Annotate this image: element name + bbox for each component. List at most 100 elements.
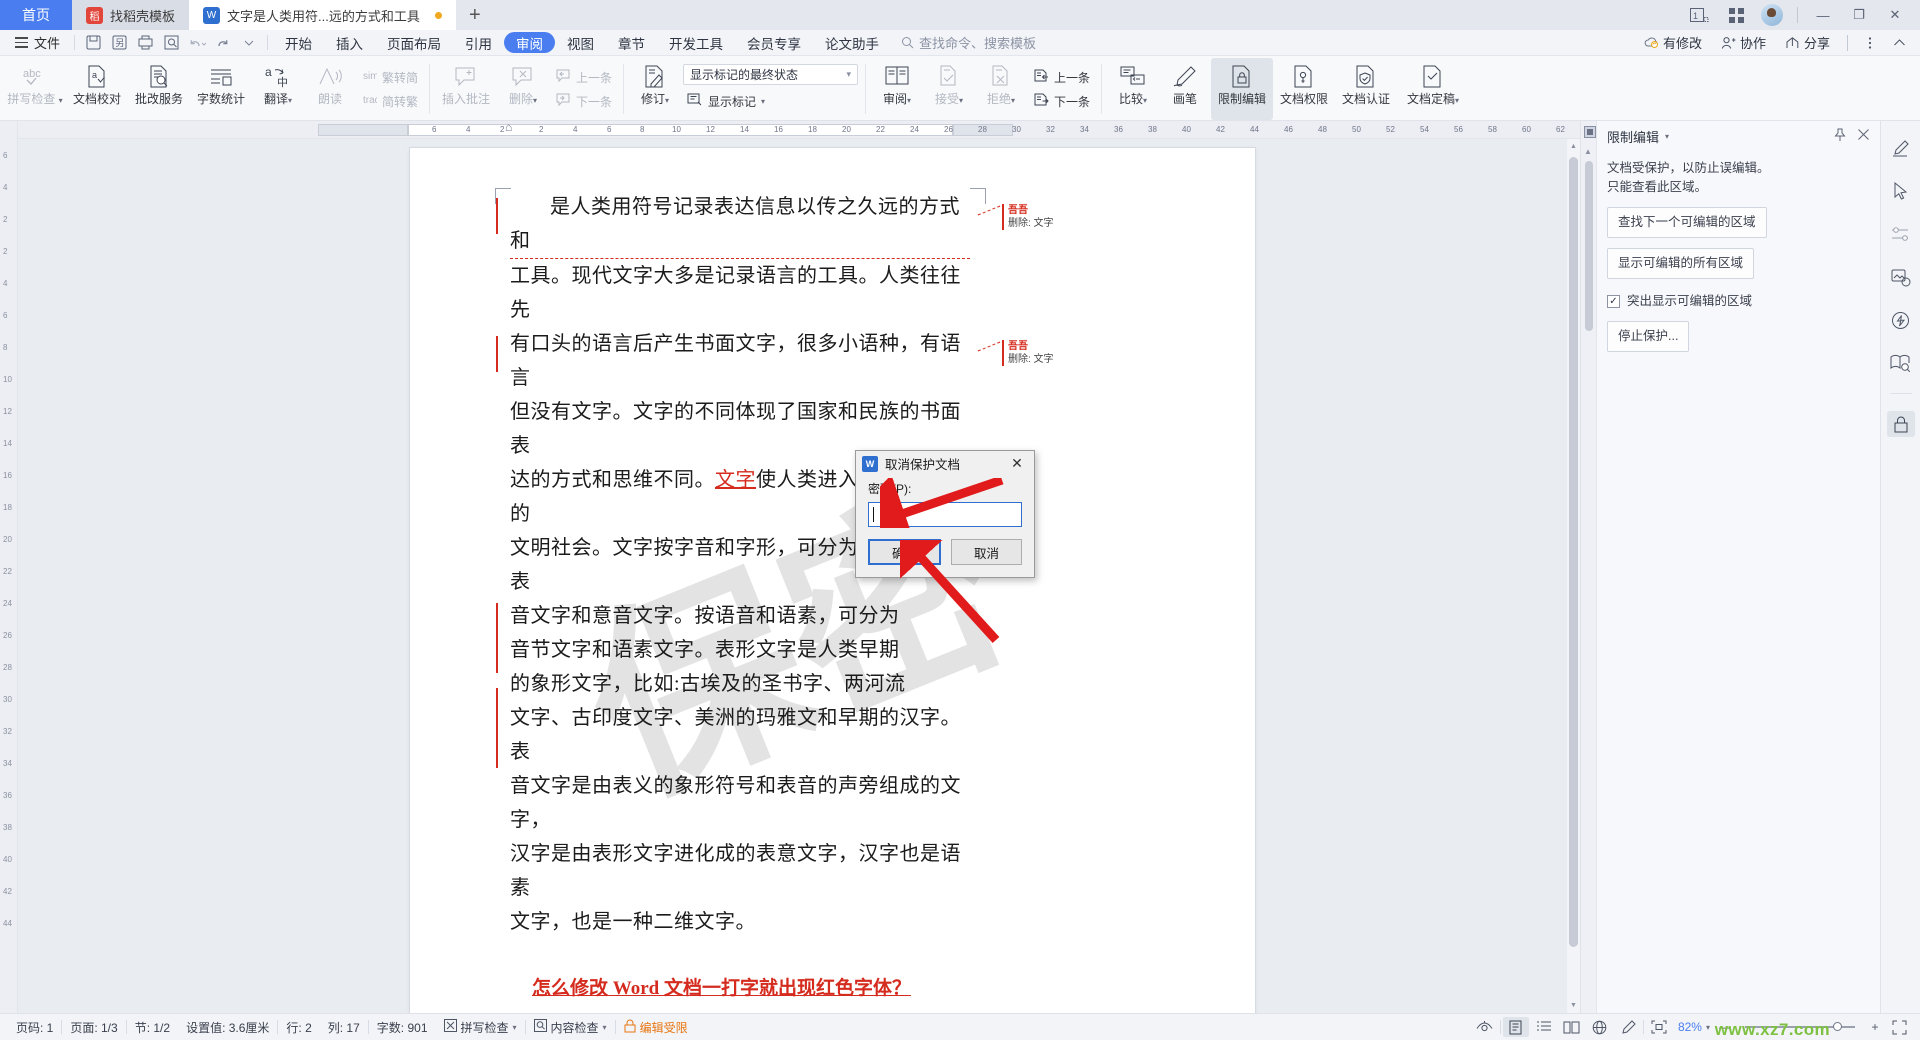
chevron-up-icon[interactable] [1886, 32, 1912, 54]
restore-button[interactable]: ❐ [1842, 1, 1876, 29]
ribbon-button-finalize-doc[interactable]: 文档定稿▾ [1397, 58, 1469, 120]
status-column[interactable]: 列: 17 [320, 1019, 368, 1036]
ribbon-tab-review[interactable]: 审阅 [504, 32, 556, 53]
lock-restrict-icon[interactable] [1886, 411, 1915, 437]
ribbon-button-show-markup[interactable]: 显示标记 ▾ [683, 90, 858, 112]
collaborate-button[interactable]: 协作 [1713, 33, 1774, 52]
revision-balloon-2[interactable]: 吾吾 删除: 文字 [1002, 340, 1128, 366]
ribbon-tab-references[interactable]: 引用 [453, 32, 504, 53]
tab-docer-templates[interactable]: 稻 找稻壳模板 [72, 0, 190, 30]
ribbon-tab-insert[interactable]: 插入 [324, 32, 375, 53]
ribbon-button-prev-comment[interactable]: 上一条 [551, 66, 616, 88]
file-menu-button[interactable]: 文件 [6, 32, 69, 54]
highlight-editable-regions-checkbox[interactable]: ✓ 突出显示可编辑的区域 [1607, 292, 1866, 311]
reading-view-icon[interactable] [1559, 1017, 1585, 1037]
find-next-editable-region-button[interactable]: 查找下一个可编辑的区域 [1607, 207, 1767, 238]
panel-scroll-column[interactable]: ▲ [1581, 121, 1597, 1013]
ribbon-button-prev-revision[interactable]: 上一条 [1029, 66, 1094, 88]
markup-display-select[interactable]: 显示标记的最终状态 ▾ [683, 64, 859, 85]
web-view-icon[interactable] [1587, 1017, 1613, 1037]
ribbon-tab-view[interactable]: 视图 [555, 32, 606, 53]
dialog-titlebar[interactable]: W 取消保护文档 ✕ [856, 451, 1034, 476]
ribbon-tab-page-layout[interactable]: 页面布局 [375, 32, 453, 53]
panel-title-caret-icon[interactable]: ▾ [1665, 132, 1669, 141]
new-tab-button[interactable]: + [455, 0, 494, 30]
document-page[interactable]: 保密 是人类用符号记录表达信息以传之久远的方式和 工具。现代文字大多是记录语言的… [410, 148, 1255, 1013]
ribbon-button-compare[interactable]: 比较▾ [1107, 58, 1159, 120]
fullscreen-icon[interactable] [1886, 1017, 1912, 1037]
ai-lightning-icon[interactable] [1887, 307, 1915, 333]
ribbon-button-spellcheck[interactable]: abc 拼写检查 ▾ [4, 58, 66, 120]
status-content-check[interactable]: 内容检查 ▾ [526, 1019, 615, 1036]
document-body[interactable]: 是人类用符号记录表达信息以传之久远的方式和 工具。现代文字大多是记录语言的工具。… [510, 190, 970, 1013]
zoom-slider[interactable] [1745, 1022, 1855, 1032]
ribbon-button-restrict-editing[interactable]: 限制编辑 [1211, 58, 1274, 120]
status-word-count[interactable]: 字数: 901 [369, 1019, 436, 1036]
indent-marker-icon[interactable]: ⌂ [505, 121, 512, 134]
outline-view-icon[interactable] [1531, 1017, 1557, 1037]
command-search[interactable]: 查找命令、搜索模板 [901, 33, 1036, 52]
ribbon-tab-member[interactable]: 会员专享 [735, 32, 813, 53]
dialog-ok-button[interactable]: 确定 [868, 539, 941, 565]
tab-active-document[interactable]: W 文字是人类用符...远的方式和工具 [189, 0, 456, 30]
tab-home[interactable]: 首页 [0, 0, 72, 30]
share-button[interactable]: 分享 [1777, 33, 1838, 52]
horizontal-ruler[interactable]: 6 4 2 2 4 6 8 10 12 14 16 18 20 22 24 26… [18, 121, 1580, 139]
save-as-icon[interactable]: 另 [106, 32, 132, 54]
zoom-level[interactable]: 82% ▾ [1674, 1020, 1714, 1034]
ribbon-button-new-comment[interactable]: 插入批注 [435, 58, 497, 120]
scroll-down-arrow[interactable]: ▼ [1567, 998, 1580, 1013]
more-vertical-icon[interactable] [1857, 32, 1883, 54]
ribbon-button-read-aloud[interactable]: 朗读 [304, 58, 356, 120]
ribbon-button-word-count[interactable]: 字数统计 [190, 58, 252, 120]
page-view-icon[interactable] [1502, 1017, 1529, 1037]
status-setting-value[interactable]: 设置值: 3.6厘米 [178, 1019, 277, 1036]
zoom-out-button[interactable]: — [1716, 1017, 1734, 1037]
dialog-cancel-button[interactable]: 取消 [951, 539, 1022, 565]
print-icon[interactable] [132, 32, 158, 54]
ribbon-button-trad-to-simp[interactable]: simp 繁转简 [358, 66, 422, 88]
pin-icon[interactable] [1833, 128, 1847, 145]
ribbon-button-doc-permission[interactable]: 文档权限 [1273, 58, 1335, 120]
document-canvas[interactable]: 6 4 2 2 4 6 8 10 12 14 16 18 20 22 24 26… [18, 121, 1580, 1013]
close-button[interactable]: ✕ [1878, 1, 1912, 29]
document-vertical-scrollbar[interactable]: ▲ ▼ [1567, 139, 1580, 1013]
status-row[interactable]: 行: 2 [278, 1019, 319, 1036]
vertical-ruler[interactable]: 6 4 2 2 4 6 8 10 12 14 16 18 20 22 24 26… [0, 121, 18, 1013]
ribbon-tab-section[interactable]: 章节 [606, 32, 657, 53]
sliders-settings-icon[interactable] [1887, 221, 1915, 247]
print-preview-icon[interactable] [158, 32, 184, 54]
undo-icon[interactable] [184, 32, 210, 54]
ribbon-button-next-revision[interactable]: 下一条 [1029, 90, 1094, 112]
ribbon-tab-thesis-helper[interactable]: 论文助手 [813, 32, 891, 53]
cursor-select-icon[interactable] [1887, 178, 1915, 204]
stop-protection-button[interactable]: 停止保护... [1607, 321, 1690, 352]
grid-view-icon[interactable] [1719, 1, 1753, 29]
book-search-icon[interactable] [1887, 350, 1915, 376]
save-icon[interactable] [80, 32, 106, 54]
user-avatar[interactable] [1761, 4, 1783, 26]
password-input[interactable] [868, 502, 1022, 527]
ribbon-button-correction-service[interactable]: 批改服务 [128, 58, 190, 120]
status-spellcheck[interactable]: 拼写检查 ▾ [436, 1019, 525, 1036]
dialog-close-button[interactable]: ✕ [1006, 454, 1028, 474]
redo-icon[interactable] [210, 32, 236, 54]
ribbon-button-next-comment[interactable]: 下一条 [551, 90, 616, 112]
ribbon-button-doc-certify[interactable]: 文档认证 [1335, 58, 1397, 120]
status-edit-restricted[interactable]: 编辑受限 [616, 1019, 696, 1036]
zoom-slider-handle[interactable] [1833, 1022, 1842, 1032]
ribbon-button-accept[interactable]: 接受▾ [923, 58, 975, 120]
ribbon-button-track-changes[interactable]: 修订▾ [629, 58, 681, 120]
ribbon-button-translate[interactable]: a中 翻译▾ [252, 58, 304, 120]
fit-page-icon[interactable] [1646, 1017, 1672, 1037]
page-count-badge-icon[interactable]: 1 [1683, 1, 1717, 29]
image-tools-icon[interactable] [1887, 264, 1915, 290]
revision-balloon-1[interactable]: 吾吾 删除: 文字 [1002, 204, 1128, 230]
ribbon-tab-start[interactable]: 开始 [273, 32, 324, 53]
preview-eye-icon[interactable] [1472, 1017, 1498, 1037]
panel-task-icon[interactable] [1583, 125, 1596, 138]
panel-scroll-thumb[interactable] [1585, 161, 1593, 331]
ribbon-button-reviewing-pane[interactable]: 审阅▾ [871, 58, 923, 120]
ribbon-button-simp-to-trad[interactable]: trad 简转繁 [358, 90, 422, 112]
unprotect-document-dialog[interactable]: W 取消保护文档 ✕ 密码(P): 确定 取消 [855, 450, 1035, 578]
